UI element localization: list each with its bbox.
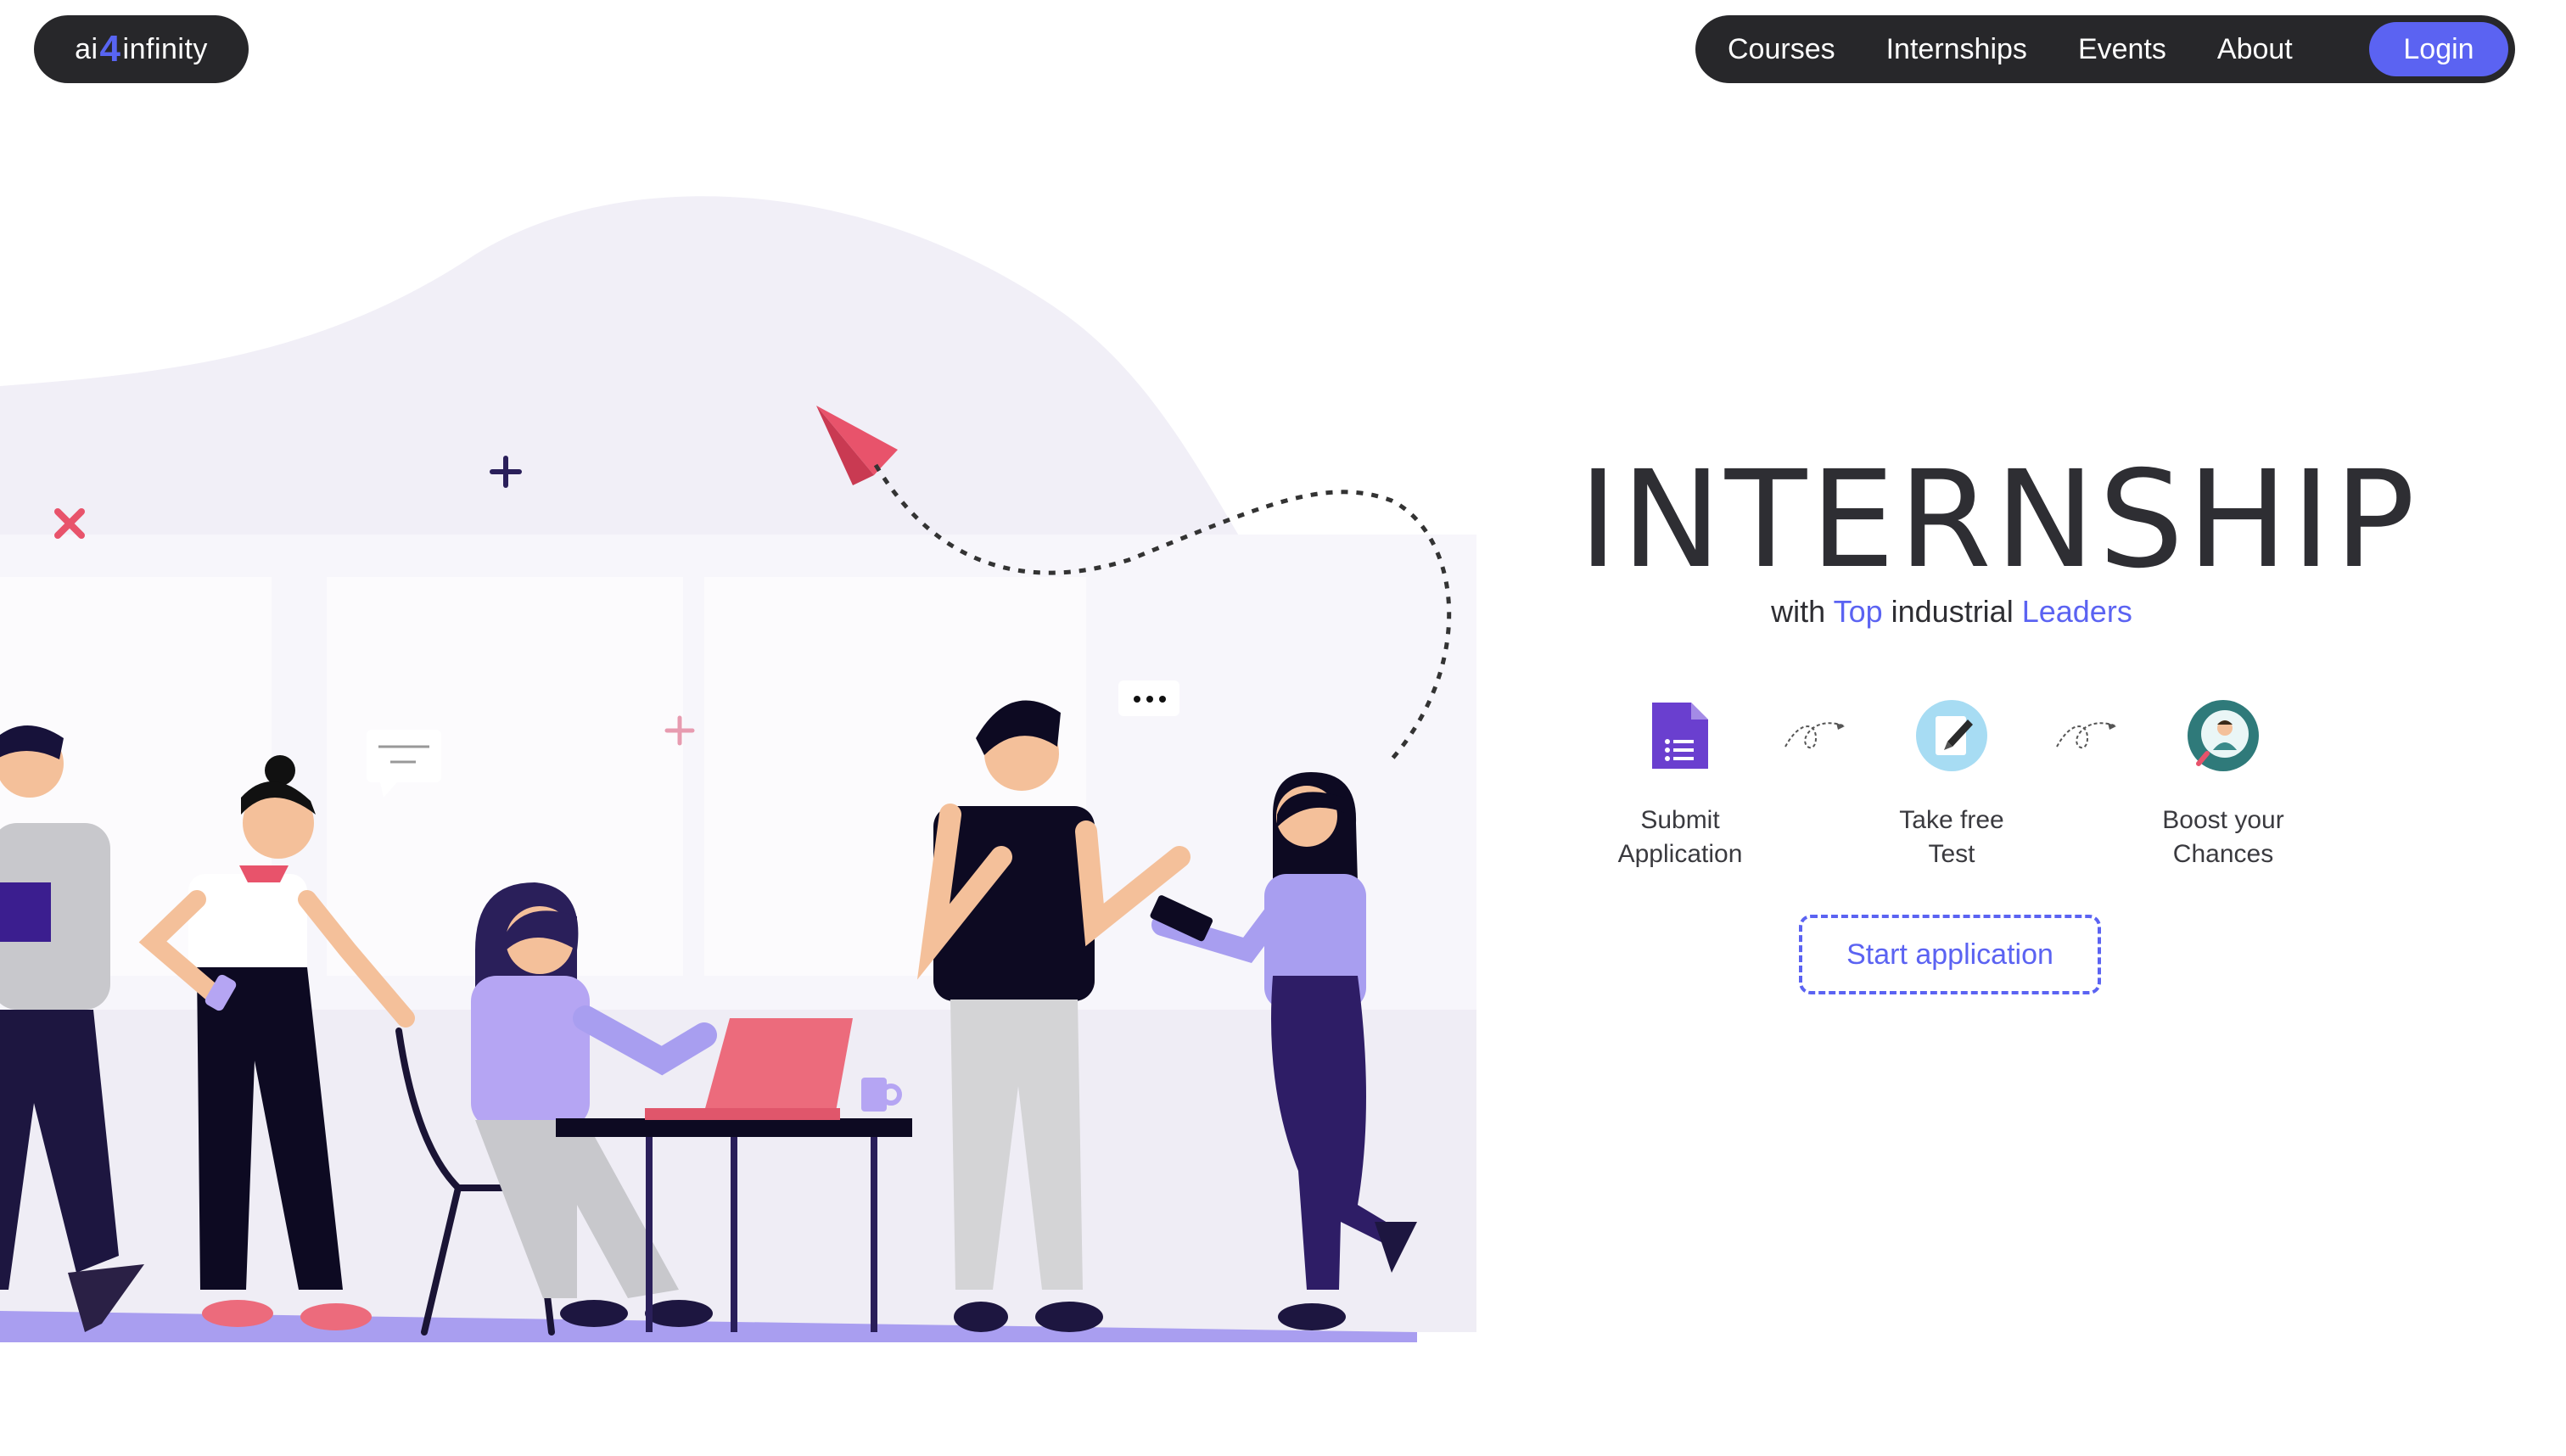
- step-3-line-1: Boost your: [2162, 806, 2284, 834]
- curly-arrow-icon: [1784, 722, 1846, 749]
- start-application-button[interactable]: Start application: [1799, 915, 2101, 994]
- step-1-line-1: Submit: [1640, 806, 1720, 834]
- step-submit-application: Submit Application: [1578, 697, 1782, 871]
- step-2-line-2: Test: [1928, 840, 1975, 868]
- form-document-icon: [1652, 703, 1708, 769]
- step-3-line-2: Chances: [2172, 840, 2274, 868]
- nav-internships[interactable]: Internships: [1886, 33, 2027, 66]
- subtitle-accent-top: Top: [1833, 594, 1883, 629]
- top-navigation: Courses Internships Events About Login: [1695, 15, 2515, 83]
- nav-courses[interactable]: Courses: [1728, 33, 1835, 66]
- typing-bubble-icon: [1118, 680, 1179, 716]
- nav-events[interactable]: Events: [2078, 33, 2166, 66]
- hero-title: INTERNSHIP: [1578, 442, 2419, 598]
- hero-subtitle: with Top industrial Leaders: [1578, 594, 2325, 630]
- curly-arrow-icon: [2056, 722, 2117, 749]
- step-2-line-1: Take free: [1899, 806, 2004, 834]
- step-1-line-2: Application: [1617, 840, 1743, 868]
- subtitle-accent-leaders: Leaders: [2021, 594, 2132, 629]
- subtitle-part-1: with: [1771, 594, 1826, 629]
- login-button[interactable]: Login: [2369, 22, 2508, 76]
- hero-illustration: [0, 196, 1476, 1342]
- test-paper-icon: [1916, 700, 1987, 771]
- application-steps: Submit Application Take free Test Boost …: [1578, 697, 2325, 884]
- subtitle-part-2: industrial: [1891, 594, 2014, 629]
- step-boost-chances: Boost your Chances: [2121, 697, 2325, 871]
- person-search-icon: [2188, 700, 2259, 771]
- nav-about[interactable]: About: [2217, 33, 2293, 66]
- step-take-free-test: Take free Test: [1850, 697, 2053, 871]
